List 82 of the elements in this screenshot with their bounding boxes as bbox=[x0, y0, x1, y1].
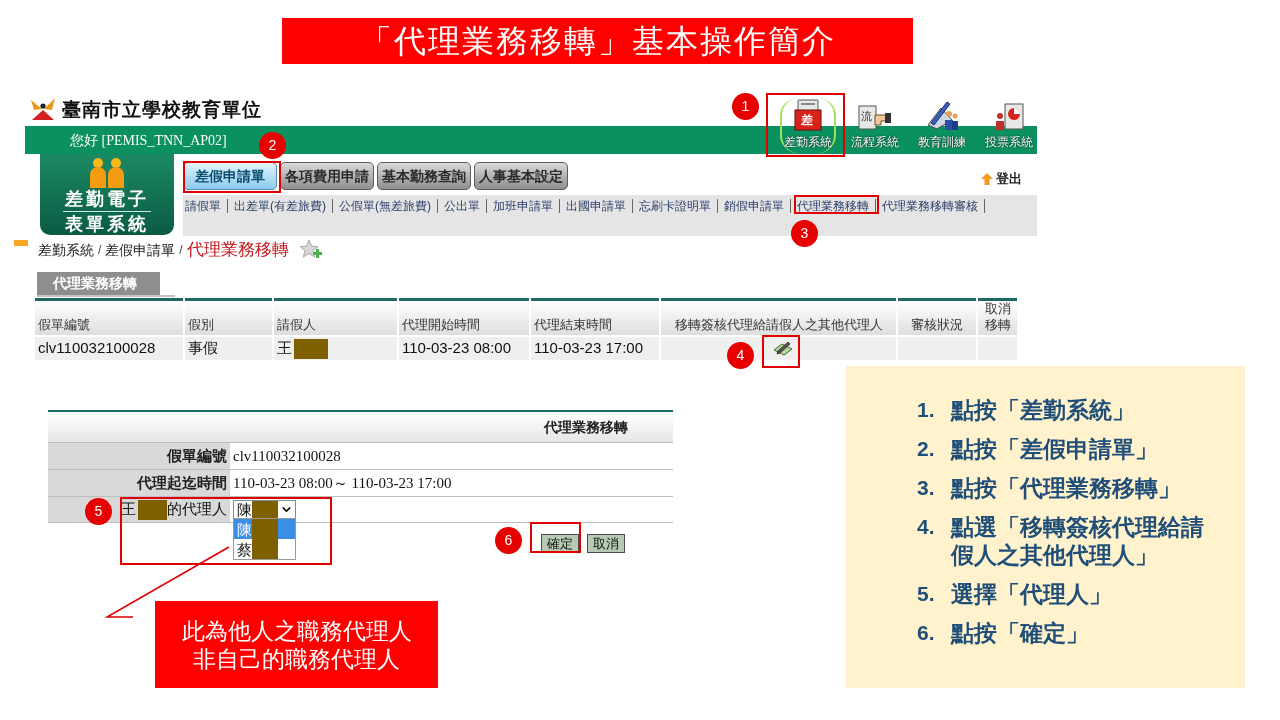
table-cell: 110-03-23 17:00 bbox=[531, 337, 659, 360]
label-text: 的代理人 bbox=[167, 499, 227, 520]
system-button[interactable]: 差 差勤系統 bbox=[780, 98, 836, 153]
table-cell: 事假 bbox=[185, 337, 272, 360]
step-text: 點按「確定」 bbox=[951, 619, 1090, 647]
submenu-link[interactable]: 加班申請單 bbox=[487, 199, 560, 213]
logo-icon bbox=[30, 97, 56, 121]
file-box-icon bbox=[793, 99, 823, 131]
menu-tab[interactable]: 各項費用申請 bbox=[280, 162, 374, 190]
step-text: 點按「代理業務移轉」 bbox=[951, 474, 1182, 502]
menu-tab[interactable]: 差假申請單 bbox=[183, 162, 277, 190]
site-title: 臺南市立學校教育單位 bbox=[62, 96, 262, 122]
person-name: 王 bbox=[121, 499, 136, 520]
column-header: 假單編號 bbox=[35, 298, 183, 335]
logout-link[interactable]: 登出 bbox=[981, 168, 1022, 189]
submenu-link[interactable]: 出國申請單 bbox=[560, 199, 633, 213]
menu-tab[interactable]: 人事基本設定 bbox=[474, 162, 568, 190]
breadcrumb-separator: / bbox=[98, 242, 102, 259]
step-number: 4. bbox=[917, 514, 936, 540]
marker-icon bbox=[14, 240, 28, 246]
greeting-text: 您好 [PEMIS_TNN_AP02] bbox=[70, 131, 227, 150]
form-button[interactable]: 取消 bbox=[587, 534, 625, 553]
breadcrumb-link[interactable]: 差勤系統 bbox=[38, 239, 94, 261]
step-text: 點選「移轉簽核代理給請假人之其他代理人」 bbox=[951, 513, 1205, 569]
step-text: 選擇「代理人」 bbox=[951, 580, 1113, 608]
form-heading: 代理業務移轉 bbox=[544, 417, 628, 437]
step-badge: 6 bbox=[495, 527, 522, 554]
logo-text: 表單系統 bbox=[65, 213, 149, 235]
breadcrumb-separator: / bbox=[179, 242, 183, 259]
column-header: 請假人 bbox=[274, 298, 397, 335]
submenu-link[interactable]: 出差單(有差旅費) bbox=[228, 199, 333, 213]
submenu-link[interactable]: 代理業務移轉審核 bbox=[876, 199, 985, 213]
column-header: 移轉簽核代理給請假人之其他代理人 bbox=[661, 298, 896, 335]
step-number: 2. bbox=[917, 436, 936, 462]
table-cell: 110-03-23 08:00 bbox=[399, 337, 529, 360]
column-header: 代理結束時間 bbox=[531, 298, 659, 335]
pencil-people-icon bbox=[925, 99, 959, 131]
breadcrumb-current: 代理業務移轉 bbox=[186, 239, 289, 262]
transfer-button[interactable] bbox=[772, 341, 793, 356]
highlight-frame bbox=[762, 335, 800, 368]
people-icon bbox=[87, 158, 127, 188]
step-text: 點按「差勤系統」 bbox=[951, 396, 1136, 424]
applicant-name: 王 bbox=[277, 338, 292, 359]
form-value: 110-03-23 08:00～ 110-03-23 17:00 bbox=[232, 473, 453, 493]
submenu-link[interactable]: 請假單 bbox=[183, 199, 228, 213]
submenu-link[interactable]: 銷假申請單 bbox=[718, 199, 791, 213]
star-plus-icon bbox=[298, 239, 323, 261]
system-button[interactable]: 教育訓練 bbox=[914, 98, 970, 153]
pencil-icon bbox=[772, 341, 793, 356]
step-badge: 1 bbox=[732, 93, 759, 120]
column-header: 假別 bbox=[185, 298, 272, 335]
step-badge: 4 bbox=[727, 342, 754, 369]
icon-character: 流 bbox=[861, 110, 872, 122]
submenu-link[interactable]: 代理業務移轉 bbox=[791, 199, 876, 213]
highlight-frame bbox=[530, 522, 581, 553]
system-button[interactable]: 投票系統 bbox=[981, 98, 1037, 153]
table-cell: clv110032100028 bbox=[35, 337, 183, 360]
menu-tab[interactable]: 基本勤務查詢 bbox=[377, 162, 471, 190]
step-badge: 3 bbox=[791, 220, 818, 247]
column-header: 取消移轉 bbox=[978, 298, 1017, 335]
submenu-link[interactable]: 公假單(無差旅費) bbox=[333, 199, 438, 213]
slide-title: 「代理業務移轉」基本操作簡介 bbox=[282, 18, 913, 64]
step-number: 5. bbox=[917, 581, 936, 607]
breadcrumb-link[interactable]: 差假申請單 bbox=[105, 239, 176, 261]
form-label: 代理起迄時間 bbox=[48, 470, 230, 496]
form-value: clv110032100028 bbox=[232, 446, 342, 466]
submenu-link[interactable]: 忘刷卡證明單 bbox=[633, 199, 718, 213]
submenu-link[interactable]: 公出單 bbox=[438, 199, 487, 213]
logo-text: 差勤電子 bbox=[65, 188, 149, 210]
column-header: 審核狀況 bbox=[898, 298, 976, 335]
callout-note: 此為他人之職務代理人 非自己的職務代理人 bbox=[155, 601, 438, 688]
icon-character: 差 bbox=[801, 113, 813, 127]
document-hand-icon bbox=[858, 105, 892, 131]
step-number: 6. bbox=[917, 620, 936, 646]
step-text: 點按「差假申請單」 bbox=[951, 435, 1159, 463]
column-header: 代理開始時間 bbox=[399, 298, 529, 335]
ballot-box-icon bbox=[994, 101, 1024, 131]
step-number: 3. bbox=[917, 475, 936, 501]
arrow-up-icon bbox=[981, 172, 993, 185]
step-number: 1. bbox=[917, 397, 936, 423]
form-label: 假單編號 bbox=[48, 443, 230, 469]
system-button[interactable]: 流 流程系統 bbox=[847, 98, 903, 153]
